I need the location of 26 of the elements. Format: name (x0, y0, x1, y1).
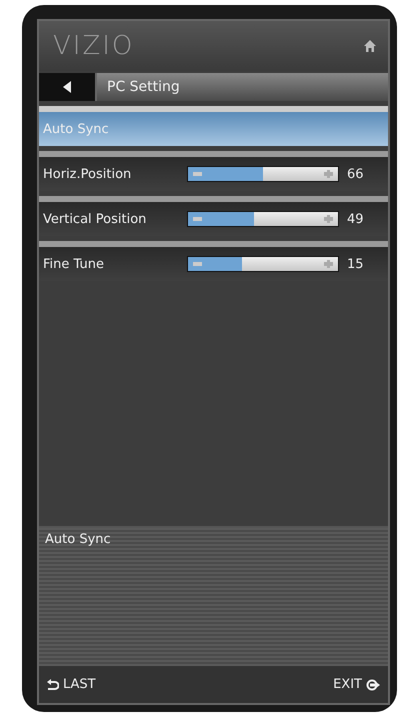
help-text: Auto Sync (45, 532, 111, 547)
minus-icon (193, 172, 202, 176)
return-arrow-icon (47, 679, 59, 690)
slider-value: 66 (347, 166, 364, 182)
slider-track[interactable] (187, 211, 339, 227)
minus-icon (193, 217, 202, 221)
back-button[interactable] (39, 73, 95, 101)
left-arrow-icon (63, 81, 71, 93)
minus-icon (193, 262, 202, 266)
item-label: Vertical Position (42, 212, 148, 226)
plus-icon (324, 170, 333, 178)
home-icon[interactable] (364, 40, 376, 52)
plus-icon (324, 260, 333, 268)
item-label: Horiz.Position (42, 166, 132, 182)
slider-track[interactable] (187, 166, 339, 182)
plus-icon (324, 215, 333, 223)
item-label: Fine Tune (42, 256, 105, 272)
last-button[interactable]: LAST (47, 677, 96, 692)
exit-button[interactable]: EXIT (333, 677, 380, 692)
item-label: Auto Sync (42, 122, 110, 136)
logo: VIZIO (53, 31, 134, 61)
slider-value: 15 (347, 256, 364, 272)
menu-title: PC Setting (95, 73, 388, 101)
exit-icon (366, 678, 380, 690)
slider-track[interactable] (187, 256, 339, 272)
slider-value: 49 (347, 212, 364, 226)
